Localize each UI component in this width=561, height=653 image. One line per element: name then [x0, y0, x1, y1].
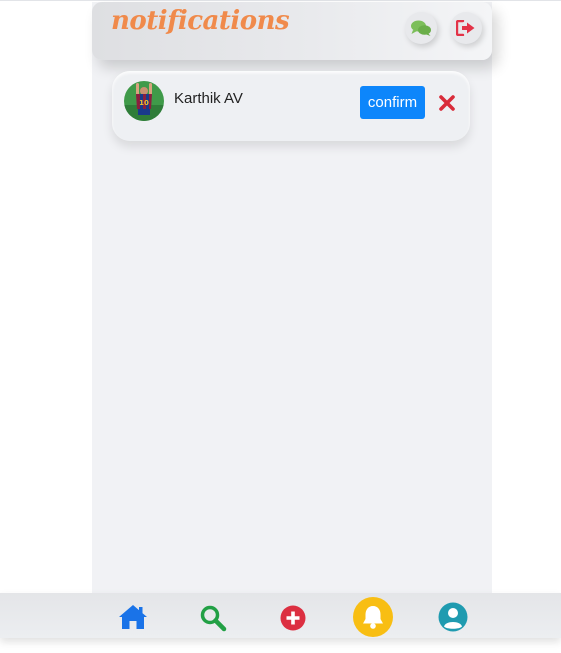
- requester-name: Karthik AV: [174, 90, 243, 107]
- confirm-button[interactable]: confirm: [360, 86, 425, 119]
- nav-search[interactable]: [199, 604, 227, 632]
- top-divider: [0, 0, 561, 1]
- header-bar: notifications: [92, 2, 492, 60]
- profile-icon: [438, 602, 468, 632]
- nav-home[interactable]: [118, 604, 148, 630]
- chat-icon: [410, 19, 432, 37]
- page-title: notifications: [111, 6, 290, 36]
- nav-profile[interactable]: [438, 602, 468, 632]
- nav-notifications[interactable]: [353, 597, 393, 637]
- search-icon: [199, 604, 227, 632]
- notifications-panel: notifications 10 Karthik AV confirm: [92, 2, 492, 593]
- nav-add[interactable]: [280, 605, 306, 631]
- home-icon: [118, 604, 148, 630]
- bottom-nav: [0, 593, 561, 638]
- add-icon: [280, 605, 306, 631]
- logout-button[interactable]: [450, 12, 482, 44]
- chat-button[interactable]: [405, 12, 437, 44]
- bell-icon: [361, 604, 385, 630]
- avatar[interactable]: 10: [124, 81, 164, 121]
- friend-request-card: 10 Karthik AV confirm: [112, 71, 470, 141]
- svg-text:10: 10: [139, 99, 149, 107]
- close-icon[interactable]: [438, 94, 456, 112]
- logout-icon: [456, 20, 476, 36]
